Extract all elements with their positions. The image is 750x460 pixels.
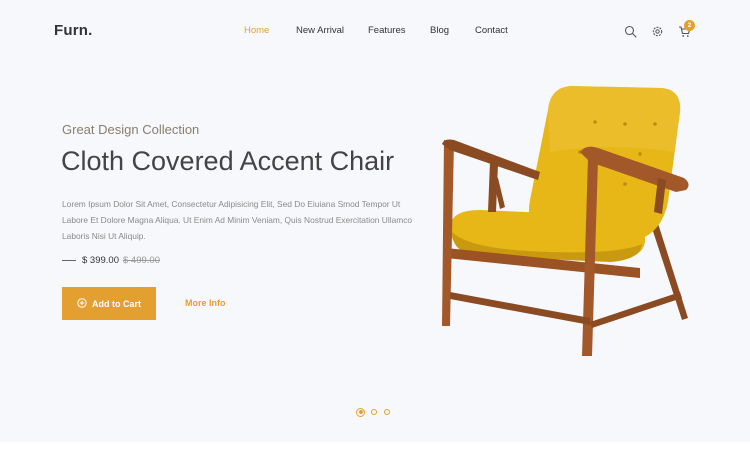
current-price: $ 399.00 [82, 255, 119, 266]
plus-circle-icon [77, 297, 87, 310]
hero-description: Lorem Ipsum Dolor Sit Amet, Consectetur … [62, 199, 413, 241]
gear-icon[interactable] [651, 25, 664, 38]
add-to-cart-button[interactable]: Add to Cart [62, 287, 156, 320]
nav-item-home[interactable]: Home [244, 25, 269, 36]
old-price: $ 499.00 [123, 255, 160, 266]
slider-dot-3[interactable] [384, 409, 390, 415]
price-divider [62, 260, 76, 261]
nav-item-blog[interactable]: Blog [430, 25, 449, 36]
slider-dot-1[interactable] [356, 407, 365, 417]
add-to-cart-label: Add to Cart [92, 298, 141, 309]
nav-item-features[interactable]: Features [368, 25, 406, 36]
hero-subtitle: Great Design Collection [62, 122, 200, 137]
search-icon[interactable] [624, 25, 637, 38]
nav-item-contact[interactable]: Contact [475, 25, 508, 36]
main-nav: Home New Arrival Features Blog Contact [0, 25, 750, 39]
chair-image [442, 86, 689, 356]
slider-dot-2[interactable] [371, 409, 377, 415]
nav-item-new-arrival[interactable]: New Arrival [296, 25, 344, 36]
cart-count-badge: 2 [684, 20, 695, 31]
more-info-link[interactable]: More Info [185, 298, 226, 308]
hero-title: Cloth Covered Accent Chair [61, 146, 395, 176]
